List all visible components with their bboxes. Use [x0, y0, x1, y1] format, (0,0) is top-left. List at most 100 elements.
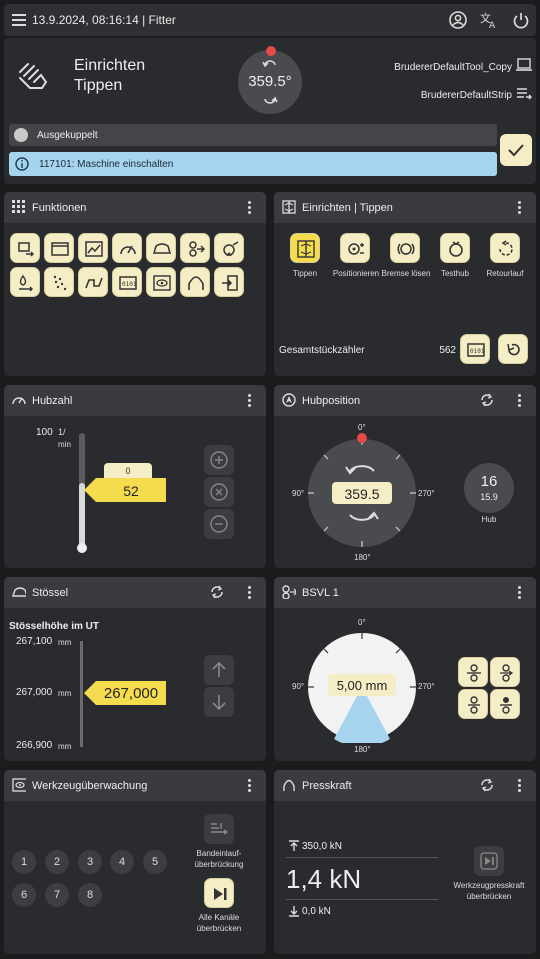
- sync-icon[interactable]: [480, 393, 494, 407]
- user-icon[interactable]: [449, 11, 467, 29]
- speedometer-icon: [120, 245, 136, 255]
- spray-icon: [53, 275, 67, 291]
- more-menu-icon[interactable]: [246, 585, 252, 599]
- top-bar: 13.9.2024, 08:16:14 | Fitter 文A: [4, 4, 536, 36]
- counter-value: 562: [439, 345, 456, 356]
- speed-value: 52: [123, 483, 139, 499]
- setpoint-badge: 0: [104, 463, 152, 479]
- force-curve-icon: [283, 779, 295, 791]
- mode-einrichten: Einrichten: [74, 57, 146, 74]
- stroke-curve-icon: [85, 277, 103, 289]
- feed-open-icon: [467, 664, 481, 682]
- more-menu-icon[interactable]: [246, 778, 252, 792]
- channel-4[interactable]: 4: [110, 850, 134, 874]
- channel-1[interactable]: 1: [12, 850, 36, 874]
- position-value: 359.5: [344, 486, 380, 502]
- retourlauf-button[interactable]: [490, 233, 520, 263]
- translate-icon[interactable]: 文A: [480, 11, 498, 29]
- tippen-icon: [297, 240, 315, 258]
- more-menu-icon[interactable]: [516, 585, 522, 599]
- max-arrow-icon: [289, 840, 299, 851]
- feed-btn-1[interactable]: [458, 657, 488, 687]
- panel-header: Funktionen: [4, 192, 266, 223]
- strip-name: BrudererDefaultStrip: [420, 90, 512, 101]
- positionieren-button[interactable]: [340, 233, 370, 263]
- counter-button[interactable]: 0101: [460, 334, 490, 364]
- func-oil-button[interactable]: [10, 267, 40, 297]
- subtitle: Stösselhöhe im UT: [9, 621, 100, 632]
- sync-icon[interactable]: [210, 585, 224, 599]
- feed-btn-3[interactable]: [458, 689, 488, 719]
- func-feed-button[interactable]: [180, 233, 210, 263]
- channel-5[interactable]: 5: [143, 850, 167, 874]
- stroke-value: 16: [480, 473, 498, 490]
- func-force-button[interactable]: [180, 267, 210, 297]
- more-menu-icon[interactable]: [516, 393, 522, 407]
- strip-bypass-label: Bandeinlauf-überbrückung: [184, 848, 254, 870]
- move-down-button[interactable]: [204, 687, 234, 717]
- sync-icon[interactable]: [480, 778, 494, 792]
- channel-2[interactable]: 2: [45, 850, 69, 874]
- strip-icon[interactable]: [516, 86, 532, 102]
- func-window-button[interactable]: [44, 233, 74, 263]
- strip-bypass-button[interactable]: [204, 814, 234, 844]
- info-icon: [15, 157, 29, 171]
- func-chart-button[interactable]: [78, 233, 108, 263]
- tippen-button[interactable]: [290, 233, 320, 263]
- bypass-all-button[interactable]: [204, 878, 234, 908]
- channel-6[interactable]: 6: [12, 883, 36, 907]
- feed-icon: [189, 241, 205, 257]
- func-speed-button[interactable]: [112, 233, 142, 263]
- func-counter-button[interactable]: 0101: [112, 267, 142, 297]
- stop-button[interactable]: [204, 477, 234, 507]
- more-menu-icon[interactable]: [516, 778, 522, 792]
- divider: [286, 857, 438, 858]
- lubrication-icon: [223, 241, 239, 257]
- func-stroke-button[interactable]: [78, 267, 108, 297]
- exit-door-icon: [222, 275, 238, 291]
- counter-reset-button[interactable]: [498, 334, 528, 364]
- speed-slider-knob[interactable]: [77, 543, 87, 553]
- func-ram-button[interactable]: [146, 233, 176, 263]
- feed-up-icon: [468, 696, 480, 714]
- unit-bottom: min: [58, 440, 71, 449]
- eye-monitor-icon: [153, 275, 171, 291]
- force-value: 1,4 kN: [286, 864, 362, 894]
- feed-btn-4[interactable]: [490, 689, 520, 719]
- power-icon[interactable]: [512, 11, 530, 29]
- increase-button[interactable]: [204, 445, 234, 475]
- move-up-button[interactable]: [204, 655, 234, 685]
- laptop-icon[interactable]: [516, 58, 532, 72]
- reset-icon: [507, 343, 520, 356]
- more-menu-icon[interactable]: [516, 200, 522, 214]
- force-min: 0,0 kN: [302, 906, 331, 917]
- menu-icon[interactable]: [12, 14, 26, 26]
- confirm-button[interactable]: [500, 134, 532, 166]
- position-value-box: 359.5: [332, 482, 392, 504]
- machine-header: Einrichten Tippen 359.5° BrudererDefault…: [4, 38, 536, 184]
- panel-title: Stössel: [32, 587, 69, 599]
- func-lube-button[interactable]: [214, 233, 244, 263]
- feed-btn-2[interactable]: [490, 657, 520, 687]
- info-message-bar[interactable]: 117101: Maschine einschalten: [9, 152, 497, 176]
- more-menu-icon[interactable]: [246, 200, 252, 214]
- func-monitor-button[interactable]: [146, 267, 176, 297]
- channel-7[interactable]: 7: [45, 883, 69, 907]
- channel-8[interactable]: 8: [78, 883, 102, 907]
- positionieren-label: Positionieren: [332, 269, 380, 278]
- testhub-button[interactable]: [440, 233, 470, 263]
- channel-3[interactable]: 3: [78, 850, 102, 874]
- decrease-button[interactable]: [204, 509, 234, 539]
- testhub-label: Testhub: [440, 269, 470, 278]
- func-exit-button[interactable]: [214, 267, 244, 297]
- func-strip-button[interactable]: [10, 233, 40, 263]
- tick-top-unit: mm: [58, 638, 72, 647]
- panel-title: Funktionen: [32, 202, 87, 214]
- more-menu-icon[interactable]: [246, 393, 252, 407]
- force-bypass-label-line2: überbrücken: [466, 892, 512, 901]
- tool-name: BrudererDefaultTool_Copy: [394, 62, 512, 73]
- bremse-button[interactable]: [390, 233, 420, 263]
- oil-drop-icon: [19, 274, 33, 292]
- force-bypass-button[interactable]: [474, 846, 504, 876]
- func-spray-button[interactable]: [44, 267, 74, 297]
